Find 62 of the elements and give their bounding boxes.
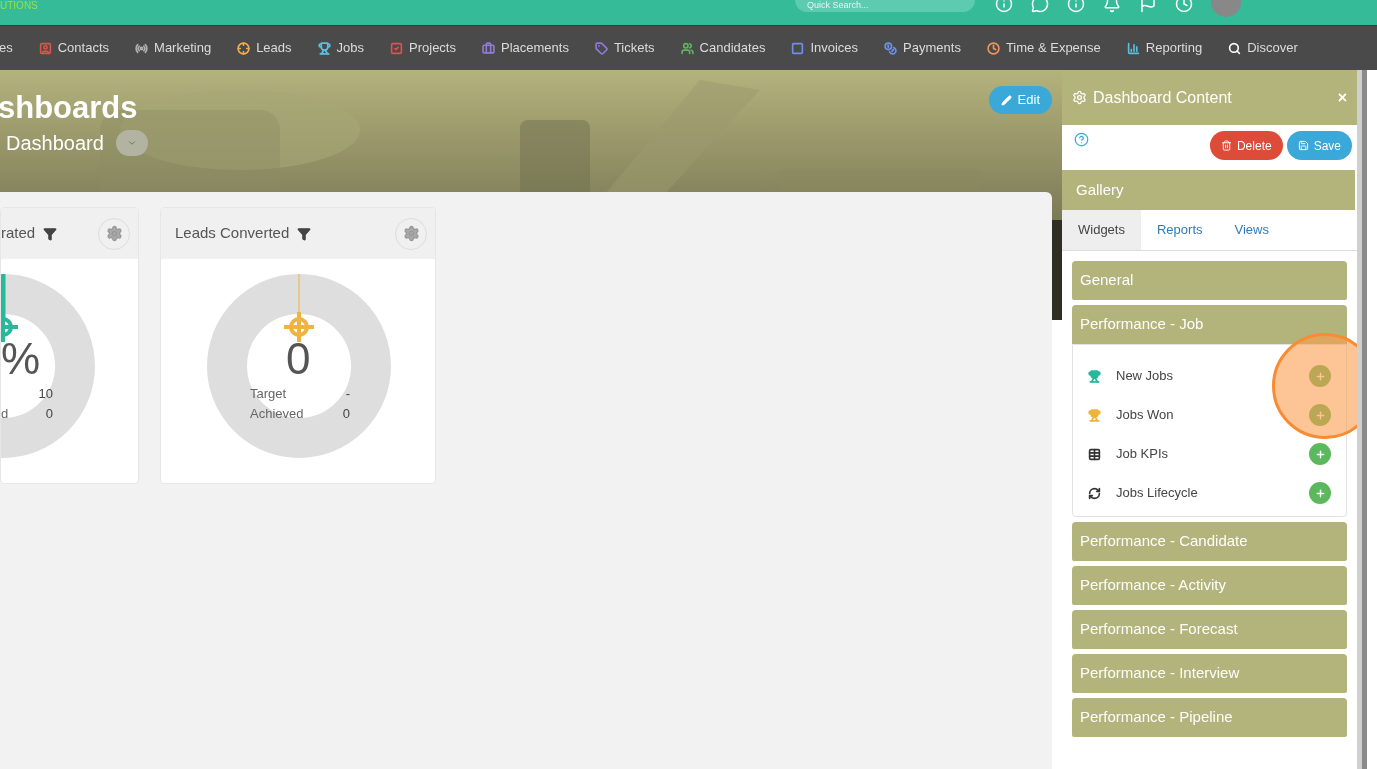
add-button[interactable] xyxy=(1309,404,1331,426)
widget-value: 0 xyxy=(286,337,311,381)
nav-link[interactable]: Leads xyxy=(256,38,292,58)
settings-icon xyxy=(1072,90,1087,105)
gallery-header: Gallery xyxy=(1062,170,1355,210)
nav-link[interactable]: Payments xyxy=(903,38,961,58)
plus-icon xyxy=(1314,487,1326,499)
chevron-down-icon xyxy=(126,138,137,148)
plus-icon xyxy=(1314,409,1326,421)
chat-icon[interactable] xyxy=(1031,0,1049,13)
nav-link[interactable]: Projects xyxy=(409,38,456,58)
gear-icon xyxy=(402,225,420,242)
search-field[interactable]: Quick Search... xyxy=(795,0,975,12)
flag-icon[interactable] xyxy=(1139,0,1157,13)
add-button[interactable] xyxy=(1309,482,1331,504)
nav-link[interactable]: Tickets xyxy=(613,38,655,58)
nav-link[interactable]: Time & Expense xyxy=(1005,38,1101,58)
add-button[interactable] xyxy=(1309,365,1331,387)
delete-button[interactable]: Delete xyxy=(1209,131,1283,160)
stat-value: 0 xyxy=(342,405,350,423)
clock-icon[interactable] xyxy=(1175,0,1193,13)
trash-icon xyxy=(1220,140,1232,151)
widget-name: Job KPIs xyxy=(1116,445,1169,464)
stat-value: 0 xyxy=(45,405,53,423)
stat-value: 10 xyxy=(38,385,53,403)
nav-link[interactable]: Invoices xyxy=(810,38,859,58)
nav-link[interactable]: Jobs xyxy=(336,38,364,58)
scrollbar[interactable] xyxy=(1357,70,1362,769)
tab[interactable]: Reports xyxy=(1140,210,1219,250)
stat-value: - xyxy=(345,385,350,403)
tab[interactable]: Widgets xyxy=(1062,210,1141,250)
info-icon[interactable] xyxy=(995,0,1013,13)
plus-icon xyxy=(1314,448,1326,460)
stat-label: Target xyxy=(250,385,287,403)
nav-link[interactable]: Discover xyxy=(1247,38,1298,58)
nav-link[interactable]: Candidates xyxy=(699,38,766,58)
widget-value: % xyxy=(1,337,41,381)
widget-name: Jobs Won xyxy=(1116,406,1174,425)
tab[interactable]: Views xyxy=(1218,210,1285,250)
card-title: rated xyxy=(1,223,36,244)
pencil-icon xyxy=(1000,94,1012,106)
stat-label: Achieved xyxy=(250,405,304,423)
add-button[interactable] xyxy=(1309,443,1331,465)
nav-link[interactable]: Placements xyxy=(501,38,569,58)
nav-link[interactable]: es xyxy=(0,38,13,58)
card-title: Leads Converted xyxy=(175,223,290,244)
nav-link[interactable]: Reporting xyxy=(1145,38,1203,58)
nav-link[interactable]: Marketing xyxy=(154,38,212,58)
gear-icon xyxy=(105,225,123,242)
bell-icon[interactable] xyxy=(1103,0,1121,13)
filter-icon[interactable] xyxy=(297,226,312,241)
panel-title: Dashboard Content xyxy=(1093,87,1232,108)
nav-link[interactable]: Contacts xyxy=(57,38,110,58)
help-icon[interactable] xyxy=(1074,132,1089,147)
filter-icon[interactable] xyxy=(43,226,58,241)
widget-name: Jobs Lifecycle xyxy=(1116,484,1198,503)
stat-label: d xyxy=(1,405,9,423)
dashboard-name: Dashboard xyxy=(6,131,104,156)
logo-text: UTIONS xyxy=(0,1,38,11)
info-icon[interactable] xyxy=(1067,0,1085,13)
plus-icon xyxy=(1314,370,1326,382)
widget-name: New Jobs xyxy=(1116,367,1174,386)
